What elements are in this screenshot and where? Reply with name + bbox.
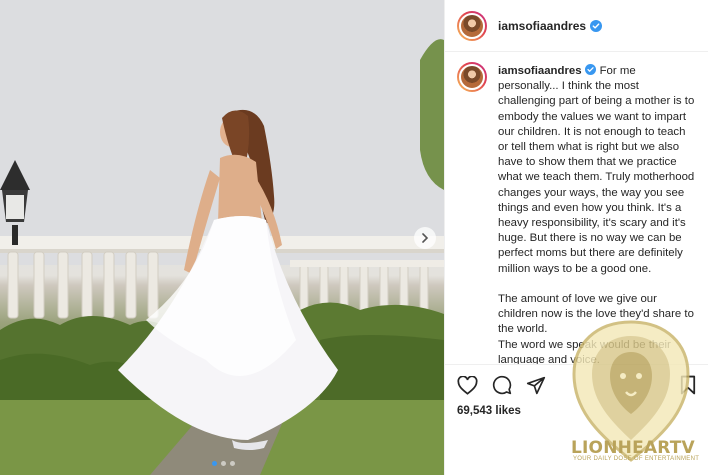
watermark-brand: LIONHEARTV xyxy=(571,438,695,458)
share-button[interactable] xyxy=(526,376,546,395)
carousel-next-button[interactable] xyxy=(414,227,436,249)
avatar[interactable] xyxy=(457,10,487,41)
carousel-dot xyxy=(230,461,235,466)
watermark-tagline: YOUR DAILY DOSE OF ENTERTAINMENT xyxy=(573,456,700,462)
verified-badge-icon xyxy=(590,19,603,32)
comment-icon xyxy=(492,375,512,395)
share-icon xyxy=(526,376,546,394)
post-username[interactable]: iamsofiaandres xyxy=(498,19,586,33)
chevron-right-icon xyxy=(422,233,429,243)
heart-icon xyxy=(457,375,478,395)
carousel-indicator xyxy=(212,461,235,466)
carousel-dot xyxy=(221,461,226,466)
verified-badge-icon xyxy=(584,64,596,75)
like-button[interactable] xyxy=(457,375,478,395)
comment-button[interactable] xyxy=(492,375,512,395)
caption-avatar[interactable] xyxy=(457,62,487,92)
photo-scene xyxy=(0,0,444,475)
caption-username[interactable]: iamsofiaandres xyxy=(498,65,582,77)
carousel-dot xyxy=(212,461,217,466)
post-header: iamsofiaandres xyxy=(445,0,708,52)
post-photo[interactable] xyxy=(0,0,444,475)
